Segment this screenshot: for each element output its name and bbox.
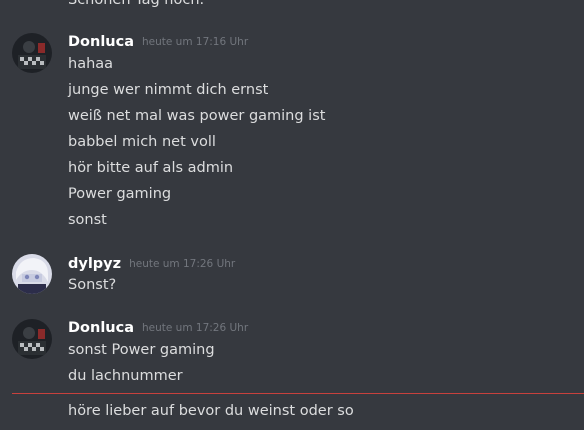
message-text: junge wer nimmt dich ernst bbox=[68, 82, 269, 98]
username[interactable]: Donluca bbox=[68, 320, 134, 336]
username[interactable]: Donluca bbox=[68, 34, 134, 50]
message-text: hahaa bbox=[68, 56, 114, 72]
message-header: Donluca heute um 17:26 Uhr bbox=[68, 319, 248, 337]
message-header: Donluca heute um 17:16 Uhr bbox=[68, 33, 248, 51]
avatar-donluca[interactable] bbox=[12, 319, 52, 359]
timestamp[interactable]: heute um 17:26 Uhr bbox=[142, 322, 248, 334]
avatar-image bbox=[12, 33, 52, 73]
message-text: Sonst? bbox=[68, 277, 117, 293]
message-text: babbel mich net voll bbox=[68, 134, 216, 150]
timestamp[interactable]: heute um 17:16 Uhr bbox=[142, 36, 248, 48]
message-header: dylpyz heute um 17:26 Uhr bbox=[68, 255, 235, 273]
message-text: Schönen Tag noch. bbox=[68, 0, 205, 8]
message-text: hör bitte auf als admin bbox=[68, 160, 234, 176]
avatar-donluca[interactable] bbox=[12, 33, 52, 73]
message-text: sonst bbox=[68, 212, 107, 228]
message-text: sonst Power gaming bbox=[68, 342, 215, 358]
timestamp[interactable]: heute um 17:26 Uhr bbox=[129, 258, 235, 270]
username[interactable]: dylpyz bbox=[68, 256, 121, 272]
avatar-image bbox=[12, 254, 52, 294]
avatar-dylpyz[interactable] bbox=[12, 254, 52, 294]
chat-message-list: Schönen Tag noch. Donluca heute um 17:16 … bbox=[0, 0, 584, 430]
message-text: du lachnummer bbox=[68, 368, 183, 384]
message-text: Power gaming bbox=[68, 186, 172, 202]
message-text: weiß net mal was power gaming ist bbox=[68, 108, 326, 124]
new-messages-divider bbox=[12, 393, 584, 394]
message-text: höre lieber auf bevor du weinst oder so bbox=[68, 403, 354, 419]
avatar-image bbox=[12, 319, 52, 359]
